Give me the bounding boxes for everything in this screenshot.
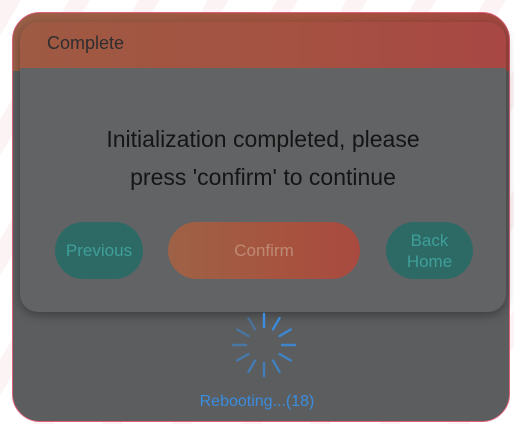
- complete-dialog: Complete Initialization completed, pleas…: [20, 22, 506, 312]
- confirm-button-label: Confirm: [234, 240, 294, 260]
- dialog-message-line-2: press 'confirm' to continue: [130, 164, 396, 190]
- back-home-button-label: Back Home: [407, 230, 452, 272]
- back-home-button[interactable]: Back Home: [386, 222, 473, 279]
- previous-button-label: Previous: [65, 240, 133, 260]
- dialog-header: Complete: [20, 22, 506, 68]
- dialog-message-line-1: Initialization completed, please: [106, 126, 420, 152]
- confirm-button[interactable]: Confirm: [168, 222, 360, 279]
- back-home-label-line-1: Back: [410, 230, 449, 250]
- back-home-label-line-2: Home: [406, 251, 453, 271]
- loading-spinner-icon: [231, 312, 297, 378]
- previous-button[interactable]: Previous: [55, 222, 143, 279]
- dialog-title: Complete: [47, 33, 125, 53]
- dialog-message: Initialization completed, please press '…: [20, 120, 506, 196]
- rebooting-status: Rebooting...(18): [199, 393, 315, 410]
